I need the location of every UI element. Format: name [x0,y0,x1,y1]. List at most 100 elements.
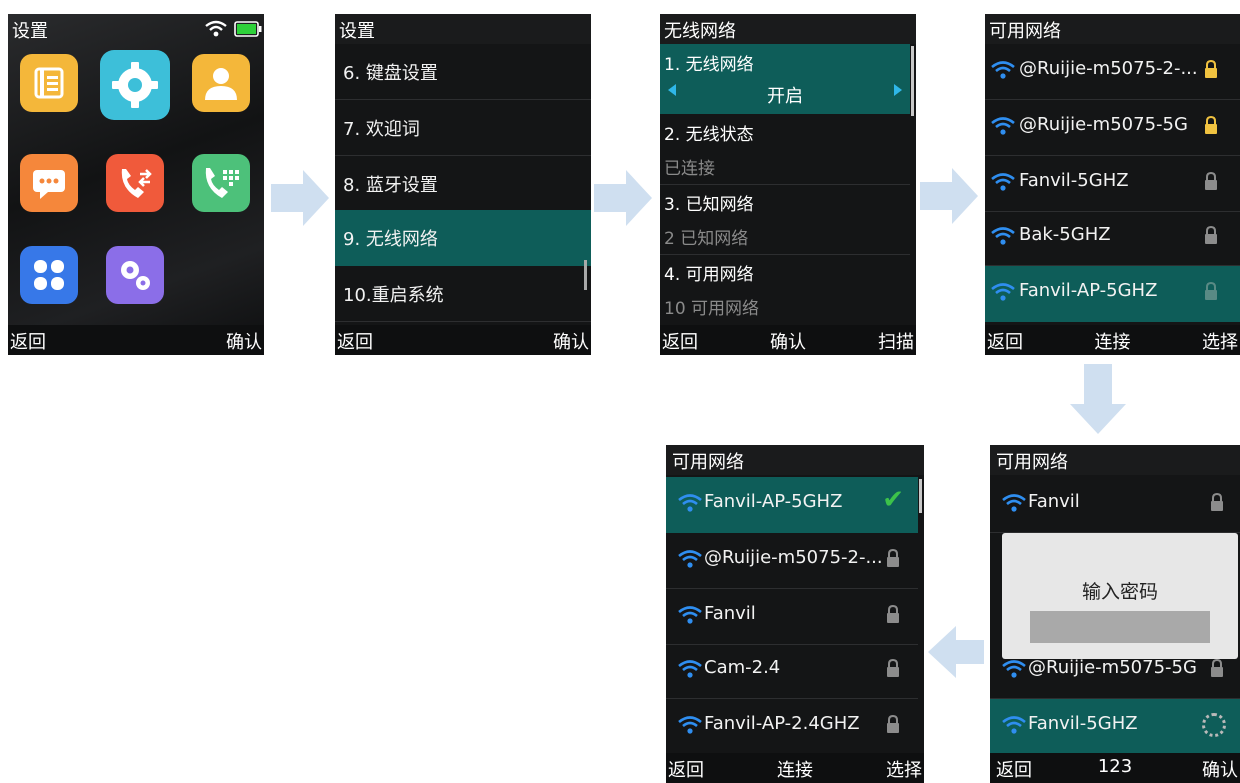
menu-item-bluetooth[interactable]: 8. 蓝牙设置 [335,156,591,212]
lock-icon [1211,659,1223,677]
softkey-back[interactable]: 返回 [10,328,46,354]
title-bar: 可用网络 [985,14,1240,44]
screen-home: 设置 返回 确认 [8,14,264,355]
network-item[interactable]: Bak-5GHZ [985,210,1240,266]
wifi-signal-icon [991,117,1015,135]
available-networks-row[interactable]: 4. 可用网络 10 可用网络 [660,256,910,324]
advanced-settings-icon[interactable] [106,246,164,304]
wifi-signal-icon [678,550,702,568]
dialpad-icon[interactable] [192,154,250,212]
softkey-connect[interactable]: 连接 [777,756,813,782]
lock-icon [887,605,899,623]
softkey-back[interactable]: 返回 [662,328,698,354]
softkey-back[interactable]: 返回 [996,756,1032,782]
wifi-signal-icon [1002,494,1026,512]
lock-icon [1205,226,1217,244]
page-title: 设置 [339,21,375,42]
scrollbar[interactable] [584,260,587,290]
lock-icon [887,549,899,567]
network-item[interactable]: Fanvil [990,477,1240,533]
password-dialog: 输入密码 [1002,533,1238,659]
wifi-signal-icon [1002,660,1026,678]
contacts-list-icon[interactable] [20,54,78,112]
flow-arrow-down-icon [1070,364,1126,434]
lock-icon [1205,60,1217,78]
network-item-connecting[interactable]: Fanvil-5GHZ [990,699,1240,755]
softkey-confirm[interactable]: 确认 [770,328,806,354]
softkey-bar: 返回 123 确认 [990,753,1240,783]
wifi-signal-icon [991,283,1015,301]
screen-settings: 设置 6. 键盘设置 7. 欢迎词 8. 蓝牙设置 9. 无线网络 10.重启系… [335,14,591,355]
network-item[interactable]: @Ruijie-m5075-2-... [666,533,918,589]
screen-available-networks: 可用网络 @Ruijie-m5075-2-... @Ruijie-m5075-5… [985,14,1240,355]
page-title: 无线网络 [664,21,736,42]
network-item[interactable]: Cam-2.4 [666,643,918,699]
menu-item-reboot[interactable]: 10.重启系统 [335,266,591,322]
page-title: 可用网络 [989,21,1061,42]
softkey-scan[interactable]: 扫描 [878,328,914,354]
wifi-signal-icon [678,494,702,512]
softkey-bar: 返回 确认 [335,325,591,355]
page-title: 设置 [12,21,48,42]
lock-icon [887,659,899,677]
softkey-bar: 返回 确认 [8,325,264,355]
network-item[interactable]: Fanvil-5GHZ [985,156,1240,212]
flow-arrow-right-icon [594,170,652,226]
softkey-bar: 返回 连接 选择 [985,325,1240,355]
wifi-status-icon [205,20,227,37]
softkey-back[interactable]: 返回 [668,756,704,782]
softkey-select[interactable]: 选择 [886,756,922,782]
network-item[interactable]: @Ruijie-m5075-2-... [985,44,1240,100]
softkey-confirm[interactable]: 确认 [1202,756,1238,782]
wifi-signal-icon [678,716,702,734]
network-item[interactable]: Fanvil [666,589,918,645]
title-bar: 无线网络 [660,14,916,44]
network-item-connected[interactable]: Fanvil-AP-5GHZ ✔ [666,477,918,533]
wireless-status-row[interactable]: 2. 无线状态 已连接 [660,116,910,185]
menu-item-welcome[interactable]: 7. 欢迎词 [335,100,591,156]
softkey-confirm[interactable]: 确认 [226,328,262,354]
lock-icon [1205,116,1217,134]
title-bar: 可用网络 [666,445,924,475]
wifi-signal-icon [678,606,702,624]
wifi-signal-icon [991,227,1015,245]
wifi-signal-icon [991,173,1015,191]
call-history-icon[interactable] [106,154,164,212]
softkey-bar: 返回 连接 选择 [666,753,924,783]
scrollbar[interactable] [911,46,914,116]
flow-arrow-left-icon [928,626,984,678]
softkey-confirm[interactable]: 确认 [553,328,589,354]
menu-item-wireless[interactable]: 9. 无线网络 [335,210,591,266]
known-networks-row[interactable]: 3. 已知网络 2 已知网络 [660,186,910,255]
battery-icon [234,21,262,37]
network-item-selected[interactable]: Fanvil-AP-5GHZ [985,266,1240,322]
lock-icon [887,715,899,733]
wireless-toggle-row[interactable]: 1. 无线网络 开启 [660,44,910,114]
screen-connected-networks: 可用网络 Fanvil-AP-5GHZ ✔ @Ruijie-m5075-2-..… [666,445,924,783]
loading-spinner-icon [1202,713,1226,737]
network-item[interactable]: Fanvil-AP-2.4GHZ [666,699,918,755]
menu-item-keyboard[interactable]: 6. 键盘设置 [335,44,591,100]
softkey-back[interactable]: 返回 [987,328,1023,354]
title-bar: 可用网络 [990,445,1240,475]
connected-check-icon: ✔ [882,485,904,515]
contact-person-icon[interactable] [192,54,250,112]
settings-gear-icon[interactable] [100,50,170,120]
softkey-select[interactable]: 选择 [1202,328,1238,354]
right-arrow-icon[interactable] [894,84,902,96]
scrollbar[interactable] [919,479,922,513]
status-bar: 设置 [8,14,264,44]
softkey-connect[interactable]: 连接 [1095,328,1131,354]
softkey-input-mode[interactable]: 123 [1098,756,1132,777]
flow-arrow-right-icon [271,170,329,226]
page-title: 可用网络 [672,452,744,473]
left-arrow-icon[interactable] [668,84,676,96]
messages-icon[interactable] [20,154,78,212]
wireless-toggle-label: 1. 无线网络 [664,55,754,75]
flow-arrow-right-icon [920,168,978,224]
softkey-back[interactable]: 返回 [337,328,373,354]
apps-grid-icon[interactable] [20,246,78,304]
screen-wireless: 无线网络 1. 无线网络 开启 2. 无线状态 已连接 3. 已知网络 2 已知… [660,14,916,355]
password-input[interactable] [1030,611,1210,643]
network-item[interactable]: @Ruijie-m5075-5G [985,100,1240,156]
